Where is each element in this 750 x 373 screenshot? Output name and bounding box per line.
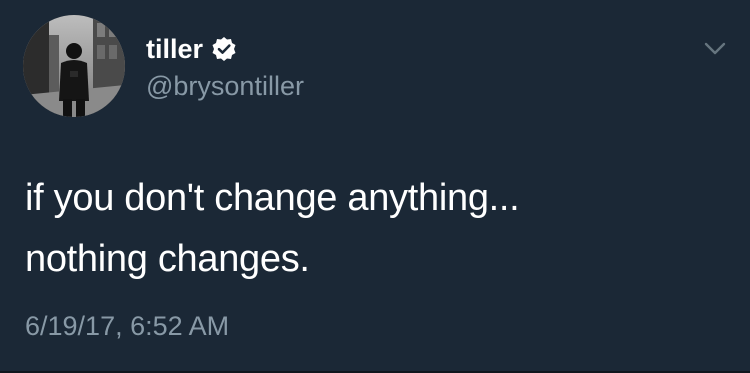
verified-badge-icon: [211, 36, 237, 62]
author-name-row[interactable]: tiller: [146, 34, 237, 64]
avatar-photo: [23, 15, 125, 117]
display-name[interactable]: tiller: [146, 34, 203, 64]
tweet-text-line: if you don't change anything...: [25, 177, 520, 219]
tweet-timestamp[interactable]: 6/19/17, 6:52 AM: [25, 310, 229, 342]
author-handle[interactable]: @brysontiller: [146, 70, 304, 102]
tweet-card: tiller @brysontiller if you don't change…: [0, 0, 750, 373]
tweet-text: if you don't change anything... nothing …: [25, 168, 725, 290]
avatar[interactable]: [23, 15, 125, 117]
chevron-down-icon[interactable]: [700, 36, 730, 60]
tweet-text-line: nothing changes.: [25, 238, 310, 280]
